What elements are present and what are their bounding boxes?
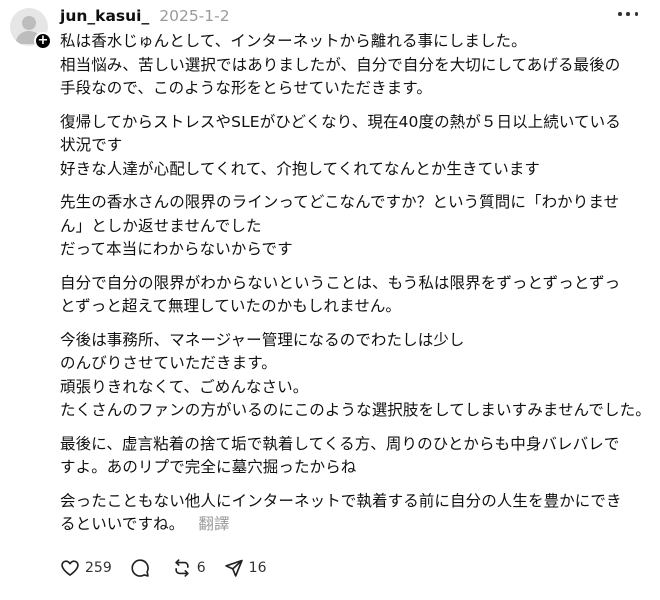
post-text: 手段なので、このような形をとらせていただきます。	[60, 79, 432, 97]
post-text-line: のんびりさせていただきます。	[60, 352, 640, 376]
action-bar: 259 6 16	[60, 556, 284, 580]
post-text: たくさんのファンの方がいるのにこのような選択肢をしてしまいすみませんでした。	[60, 401, 651, 419]
post-text-line: 今後は事務所、マネージャー管理になるのでわたしは少し	[60, 329, 640, 353]
share-button[interactable]: 16	[224, 558, 267, 578]
post-text: 自分で自分の限界がわからないということは、もう私は限界をずっとずっとずっ	[60, 273, 621, 292]
post-text: 好きな人達が心配してくれて、介抱してくれてなんとか生きています	[60, 159, 541, 178]
heart-icon	[61, 560, 79, 576]
post-text: すよ。あのリプで完全に墓穴掘ったからね	[60, 458, 357, 476]
timestamp: 2025-1-2	[159, 7, 230, 25]
post-text-line: 会ったこともない他人にインターネットで執着する前に自分の人生を豊かにでき	[60, 490, 640, 514]
post-text-line: 状況です	[60, 134, 640, 158]
post-text-line: 手段なので、このような形をとらせていただきます。	[60, 77, 640, 101]
post-text: 相当悩み、苦しい選択ではありましたが、自分で自分を大切にしてあげる最後の	[60, 55, 621, 74]
post-paragraph: 自分で自分の限界がわからないということは、もう私は限界をずっとずっとずっ とずっと…	[60, 272, 640, 319]
post-text-line: 復帰してからストレスやSLEがひどくなり、現在40度の熱が５日以上続いている	[60, 111, 640, 135]
repost-button[interactable]: 6	[172, 558, 206, 578]
username[interactable]: jun_kasui_	[60, 7, 149, 25]
post-text: 私は香水じゅんとして、インターネットから離れる事にしました。	[60, 32, 527, 50]
post-text-line: ん」としか返せませんでした	[60, 215, 640, 239]
post-text-line: たくさんのファンの方がいるのにこのような選択肢をしてしまいすみませんでした。	[60, 399, 651, 423]
post-text: だって本当にわからないからです	[60, 240, 293, 258]
repost-count: 6	[196, 560, 206, 576]
post-text: 頑張りきれなくて、ごめんなさい。	[60, 377, 309, 396]
post-text-line: とずっと超えて無理していたのかもしれません。	[60, 295, 640, 319]
like-count: 259	[85, 560, 112, 576]
post-paragraph: 最後に、虚言粘着の捨て垢で執着してくる方、周りのひとからも中身バレバレで すよ。あ…	[60, 433, 640, 480]
post-text-line: 私は香水じゅんとして、インターネットから離れる事にしました。	[60, 30, 640, 54]
more-options-icon[interactable]	[616, 6, 640, 22]
post-text: のんびりさせていただきます。	[60, 354, 277, 372]
comment-button[interactable]	[130, 558, 150, 578]
like-button[interactable]: 259	[60, 558, 112, 578]
post-text-line: すよ。あのリプで完全に墓穴掘ったからね	[60, 456, 640, 480]
post-text-line: るといいですね。 翻譯	[60, 513, 640, 537]
thread-post: + jun_kasui_ 2025-1-2 私は香水じゅんとして、インターネット…	[0, 0, 660, 600]
post-text: 最後に、虚言粘着の捨て垢で執着してくる方、周りのひとからも中身バレバレで	[60, 434, 620, 453]
post-paragraph: 会ったこともない他人にインターネットで執着する前に自分の人生を豊かにでき るといい…	[60, 490, 640, 537]
post-text-line: 相当悩み、苦しい選択ではありましたが、自分で自分を大切にしてあげる最後の	[60, 54, 640, 78]
post-paragraph: 先生の香水さんの限界のラインってどこなんですか？という質問に「わかりませ ん」とし…	[60, 191, 640, 262]
post-body: 私は香水じゅんとして、インターネットから離れる事にしました。相当悩み、苦しい選択…	[60, 30, 651, 547]
post-paragraph: 復帰してからストレスやSLEがひどくなり、現在40度の熱が５日以上続いている 状況…	[60, 111, 640, 182]
comment-icon	[131, 559, 149, 577]
post-text: 状況です	[60, 136, 123, 154]
post-text-line: だって本当にわからないからです	[60, 238, 640, 262]
post-text: ん」としか返せませんでした	[60, 216, 262, 235]
avatar[interactable]: +	[10, 8, 52, 50]
post-text: 今後は事務所、マネージャー管理になるのでわたしは少し	[60, 330, 465, 349]
post-text-line: 先生の香水さんの限界のラインってどこなんですか？という質問に「わかりませ	[60, 191, 640, 215]
send-icon	[224, 559, 243, 577]
post-text: 先生の香水さんの限界のラインってどこなんですか？という質問に「わかりませ	[60, 193, 620, 211]
post-text: 会ったこともない他人にインターネットで執着する前に自分の人生を豊かにでき	[60, 491, 622, 510]
post-header: jun_kasui_ 2025-1-2	[60, 4, 230, 28]
post-paragraph: 今後は事務所、マネージャー管理になるのでわたしは少し のんびりさせていただきます。…	[60, 329, 651, 423]
translate-link[interactable]: 翻譯	[198, 515, 229, 533]
repost-icon	[175, 559, 189, 577]
post-text-line: 好きな人達が心配してくれて、介抱してくれてなんとか生きています	[60, 158, 640, 182]
post-text-line: 最後に、虚言粘着の捨て垢で執着してくる方、周りのひとからも中身バレバレで	[60, 433, 640, 457]
post-text: 復帰してからストレスやSLEがひどくなり、現在40度の熱が５日以上続いている	[60, 112, 621, 131]
post-text-line: 自分で自分の限界がわからないということは、もう私は限界をずっとずっとずっ	[60, 272, 640, 296]
post-text: とずっと超えて無理していたのかもしれません。	[60, 297, 402, 315]
post-paragraph: 私は香水じゅんとして、インターネットから離れる事にしました。相当悩み、苦しい選択…	[60, 30, 640, 101]
share-count: 16	[248, 560, 267, 576]
follow-plus-icon[interactable]: +	[34, 32, 52, 50]
post-text-line: 頑張りきれなくて、ごめんなさい。	[60, 376, 640, 400]
post-text: るといいですね。	[60, 515, 185, 533]
